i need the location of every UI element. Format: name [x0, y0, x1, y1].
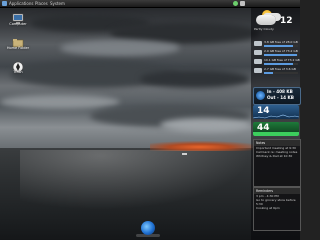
network-status-icon[interactable] — [233, 1, 238, 6]
hard-drive-icon — [254, 59, 262, 64]
distro-logo-icon[interactable] — [2, 1, 7, 6]
trash-icon — [12, 58, 24, 73]
menu-system[interactable]: System — [50, 0, 65, 7]
cpu-graph — [253, 114, 299, 119]
water-glare — [20, 150, 250, 210]
volume-icon[interactable] — [240, 1, 245, 6]
cloud-shape — [0, 95, 120, 109]
drive-usage-fill — [264, 63, 294, 65]
cloud-shape — [140, 70, 250, 88]
desktop-icon-home[interactable]: Home Folder — [3, 34, 33, 51]
memory-meter-widget[interactable]: 44 — [253, 122, 299, 136]
desktop-icon-label: Home Folder — [6, 46, 30, 50]
drive-usage-fill — [264, 72, 273, 74]
reminder-line: Cooking at 6pm — [256, 206, 280, 210]
drive-usage-bar — [264, 45, 298, 47]
drive-widget[interactable]: 2.0 GB free of 73.2 GB — [254, 49, 299, 57]
menu-places[interactable]: Places — [35, 0, 48, 7]
cpu-meter-widget[interactable]: 14 — [253, 105, 299, 119]
drive-widget[interactable]: 10.1 GB free of 73.2 GB — [254, 58, 300, 66]
hard-drive-icon — [254, 68, 262, 73]
weather-temperature: 12 — [280, 16, 293, 26]
drive-usage-fill — [264, 45, 294, 47]
drive-widget[interactable]: 3.8 GB free of 28.0 GB — [254, 40, 299, 48]
notes-line: Whitney & Dad at 10:30 — [256, 154, 293, 158]
boat-silhouette — [182, 153, 187, 155]
hard-drive-icon — [254, 41, 262, 46]
drive-label: 10.1 GB free of 73.2 GB — [264, 58, 300, 62]
weather-widget[interactable]: 12 Partly Cloudy — [252, 8, 300, 38]
network-in: In - 408 KB — [267, 89, 293, 94]
notes-widget[interactable]: Notes Important meeting at 9:30 Call bac… — [253, 139, 301, 187]
desktop-icon-trash[interactable]: Trash — [3, 58, 33, 75]
top-panel: Applications Places System — [0, 0, 300, 8]
desktop-icon-label: Computer — [9, 22, 27, 26]
drive-usage-bar — [264, 72, 298, 74]
drive-label: 2.7 GB free of 3.6 GB — [264, 67, 296, 71]
drive-label: 2.0 GB free of 73.2 GB — [264, 49, 298, 53]
weather-condition: Partly Cloudy — [254, 27, 274, 31]
hard-drive-icon — [254, 50, 262, 55]
reminder-line: Go to grocery store before 5:30 — [256, 198, 296, 206]
network-out: Out - 14 KB — [267, 95, 294, 100]
computer-icon — [12, 10, 24, 24]
memory-graph — [253, 132, 299, 136]
globe-icon — [256, 91, 265, 100]
cloud-shape — [160, 118, 250, 132]
cloud-shape — [60, 40, 180, 56]
drive-widget[interactable]: 2.7 GB free of 3.6 GB — [254, 67, 299, 75]
browser-launcher-icon[interactable] — [141, 221, 155, 235]
drive-label: 3.8 GB free of 28.0 GB — [264, 40, 298, 44]
network-widget[interactable]: In - 408 KB Out - 14 KB — [253, 87, 301, 105]
reminders-widget[interactable]: Reminders 3 pm - 4:30 PM Go to grocery s… — [253, 187, 301, 231]
drive-usage-bar — [264, 54, 298, 56]
drive-usage-bar — [264, 63, 298, 65]
home-folder-icon — [12, 34, 24, 48]
drive-usage-fill — [264, 54, 297, 56]
desktop-icon-computer[interactable]: Computer — [3, 10, 33, 27]
menu-applications[interactable]: Applications — [9, 0, 33, 7]
desktop-icon-label: Trash — [13, 70, 23, 74]
cloud-icon — [256, 15, 276, 25]
